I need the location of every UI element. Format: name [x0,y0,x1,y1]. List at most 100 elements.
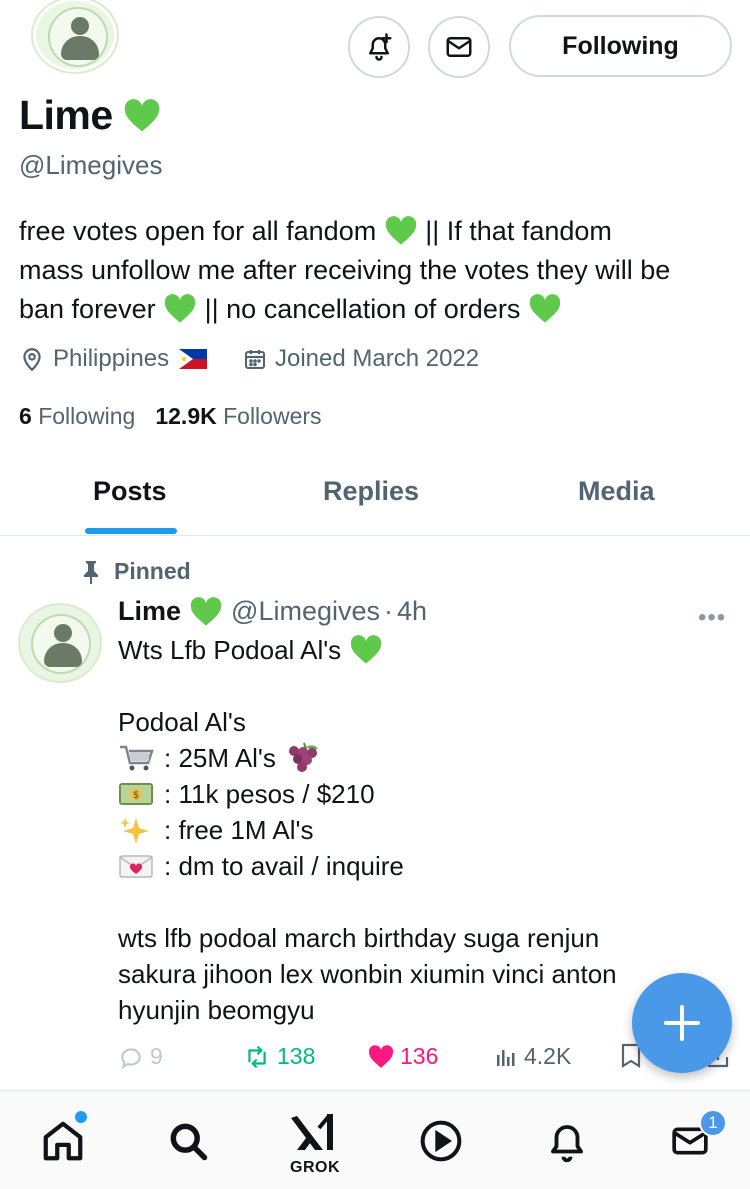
post-author-name[interactable]: Lime [118,596,181,627]
bottom-navigation: GROK 1 [0,1090,750,1189]
profile-tabs: Posts Replies Media [0,460,750,536]
joined-text: Joined March 2022 [275,345,480,372]
post-line: : dm to avail / inquire [118,848,718,884]
post-text: : 25M Al's [164,743,276,773]
post-content: Wts Lfb Podoal Al's Podoal Al's : 25M Al… [118,632,718,1028]
separator-dot: · [384,596,393,626]
bio-text: || no cancellation of orders [204,294,521,324]
bio-text: || If that fandom [425,216,612,246]
love-letter-icon [119,855,153,878]
nav-search[interactable] [158,1111,218,1171]
post-line: : 25M Al's [118,740,718,776]
post-more-button[interactable]: ••• [698,604,726,632]
post-time[interactable]: 4h [397,596,427,627]
post-text: : 11k pesos / $210 [164,779,375,809]
profile-joined: Joined March 2022 [243,345,479,373]
post-header: Lime @Limegives · 4h [118,596,427,627]
philippines-flag-icon [179,349,208,369]
notify-button[interactable] [348,16,410,78]
reply-button[interactable]: 9 [118,1043,163,1070]
post-line: $ : 11k pesos / $210 [118,776,718,812]
svg-text:$: $ [133,790,139,801]
green-heart-icon [529,294,561,323]
post-text: : free 1M Al's [164,815,314,845]
home-notification-dot [75,1111,87,1123]
like-count: 136 [400,1043,439,1069]
pin-icon [84,560,98,584]
bio-line: mass unfollow me after receiving the vot… [19,255,671,285]
follow-counts: 6 Following 12.9K Followers [19,403,322,430]
views-button[interactable]: 4.2K [494,1043,571,1070]
profile-avatar[interactable] [33,0,117,72]
followers-count: 12.9K [155,403,217,429]
post-text: Wts Lfb Podoal Al's [118,635,342,665]
following-label: Following [38,403,136,429]
avatar-head-shape [54,624,72,642]
bell-plus-icon [369,33,392,61]
repost-count: 138 [277,1043,316,1069]
following-count: 6 [19,403,32,429]
home-icon [43,1121,83,1161]
nav-messages[interactable]: 1 [660,1109,727,1171]
post-text: : dm to avail / inquire [164,851,404,881]
tab-posts[interactable]: Posts [93,476,167,507]
analytics-icon [497,1049,515,1066]
nav-notifications[interactable] [537,1111,597,1171]
post-author-avatar[interactable] [18,603,102,683]
post-line: sakura jihoon lex wonbin xiumin vinci an… [118,959,617,989]
grok-icon [291,1114,333,1150]
profile-name: Lime [19,92,113,138]
avatar-image [48,7,108,67]
nav-grok[interactable] [284,1103,344,1163]
location-text: Philippines [53,345,170,372]
grapes-icon [288,742,318,772]
post-line: wts lfb podoal march birthday suga renju… [118,923,600,953]
like-button[interactable]: 136 [368,1043,438,1070]
followers-label: Followers [223,403,322,429]
avatar-head-shape [71,17,89,35]
search-icon [170,1123,208,1161]
green-heart-icon [350,635,382,664]
bio-line: ban forever || no cancellation of orders [19,290,734,329]
compose-button[interactable] [632,973,732,1073]
profile-name-row: Lime [19,92,161,139]
following-count-link[interactable]: 6 Following [19,403,135,430]
pinned-label: Pinned [80,558,191,585]
envelope-icon [446,37,472,57]
sparkles-icon [120,818,149,844]
messages-badge: 1 [699,1109,727,1137]
tab-replies[interactable]: Replies [323,476,419,507]
post-line: hyunjin beomgyu [118,995,315,1025]
post-author-handle[interactable]: @Limegives [231,596,380,627]
shopping-cart-icon [120,745,154,771]
post-line: Wts Lfb Podoal Al's [118,632,718,668]
views-count: 4.2K [524,1043,572,1069]
profile-location: Philippines [19,345,208,373]
plus-icon [664,1005,700,1041]
tab-media[interactable]: Media [578,476,655,507]
heart-filled-icon [368,1044,394,1068]
followers-count-link[interactable]: 12.9K Followers [155,403,321,430]
following-button[interactable]: Following [509,15,732,77]
reply-icon [121,1047,141,1069]
bio-text: free votes open for all fandom [19,216,377,246]
play-circle-icon [420,1120,462,1162]
repost-button[interactable]: 138 [243,1043,315,1070]
message-button[interactable] [428,16,490,78]
nav-video[interactable] [411,1111,471,1171]
bio-line: free votes open for all fandom || If tha… [19,212,734,251]
green-heart-icon [190,596,222,626]
grok-label: GROK [290,1159,340,1176]
avatar-body-shape [61,36,99,60]
bell-icon [551,1125,583,1163]
reply-count: 9 [150,1043,163,1069]
profile-handle: @Limegives [19,150,163,180]
nav-home[interactable] [33,1111,93,1171]
money-icon: $ [119,783,153,805]
calendar-icon [245,350,265,369]
active-tab-indicator [85,528,177,534]
repost-icon [248,1045,266,1068]
post-line: : free 1M Al's [118,812,718,848]
